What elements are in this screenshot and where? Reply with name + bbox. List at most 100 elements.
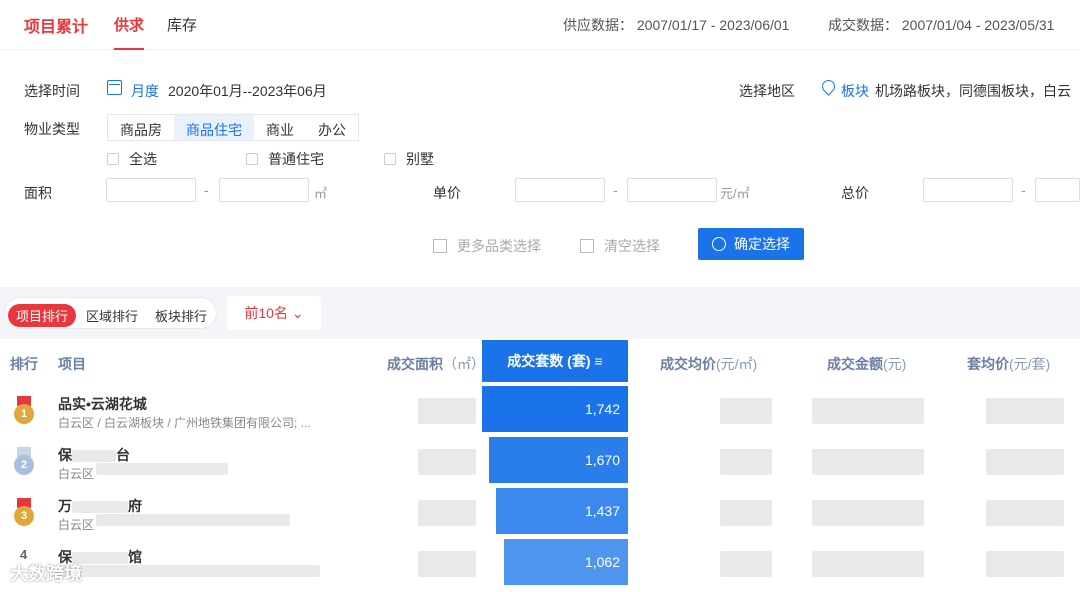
confirm-selection-button[interactable]: 确定选择 [698, 228, 804, 260]
masked-value [720, 551, 772, 577]
table-row[interactable]: 3 万府 白云区 1,437 [0, 488, 1080, 538]
checkbox-villa[interactable]: 别墅 [384, 149, 434, 169]
sort-icon: ≡ [594, 353, 603, 369]
table-row[interactable]: 1 品实•云湖花城 白云区 / 白云湖板块 / 广州地铁集团有限公司; ... … [0, 386, 1080, 436]
col-deal-amount[interactable]: 成交金额(元) [827, 354, 906, 374]
masked-value [986, 398, 1064, 424]
project-subtitle: 白云区 [58, 467, 95, 481]
project-name[interactable]: 万府 [58, 496, 142, 516]
price-max-input[interactable] [627, 178, 717, 202]
checkbox-ordinary-residence[interactable]: 普通住宅 [246, 149, 324, 169]
masked-text [72, 501, 128, 514]
col-deal-area[interactable]: 成交面积（㎡） [387, 354, 485, 374]
gold-medal-icon: 1 [14, 396, 34, 424]
region-mode[interactable]: 板块 [841, 81, 869, 101]
property-type-label: 物业类型 [24, 121, 80, 137]
deal-units-bar: 1,062 [504, 539, 628, 585]
col-deal-units-label: 成交套数 (套) [507, 353, 591, 369]
price-min-input[interactable] [515, 178, 605, 202]
property-type-commercial-housing[interactable]: 商品房 [108, 115, 174, 140]
col-deal-units[interactable]: 成交套数 (套) ≡ [482, 340, 628, 382]
project-subtitle: 白云区 / 白云湖板块 / 广州地铁集团有限公司; ... [58, 416, 311, 430]
masked-value [58, 565, 320, 577]
masked-value [812, 500, 924, 526]
total-dash: - [1021, 182, 1026, 198]
project-subtitle: 白云区 [58, 518, 95, 532]
masked-value [418, 500, 476, 526]
masked-value [720, 398, 772, 424]
bronze-medal-icon: 3 [14, 498, 34, 526]
top-n-dropdown[interactable]: 前10名 ⌄ [227, 296, 321, 330]
area-dash: - [204, 182, 209, 198]
checkbox-select-all[interactable]: 全选 [107, 149, 157, 169]
price-label: 单价 [433, 185, 461, 201]
total-price-label: 总价 [841, 185, 869, 201]
clear-label: 清空选择 [604, 238, 660, 254]
ranking-tabs: 项目排行 区域排行 板块排行 [4, 297, 217, 329]
masked-value [418, 551, 476, 577]
calendar-icon[interactable] [107, 80, 122, 95]
masked-value [986, 551, 1064, 577]
col-unit-avg-label: 套均价 [967, 356, 1009, 372]
masked-value [720, 500, 772, 526]
tab-project-ranking[interactable]: 项目排行 [8, 304, 77, 327]
tab-block-ranking[interactable]: 板块排行 [147, 304, 215, 327]
location-pin-icon[interactable] [819, 77, 838, 96]
tab-inventory[interactable]: 库存 [167, 14, 197, 35]
masked-value [418, 398, 476, 424]
area-min-input[interactable] [106, 178, 196, 202]
project-name-end: 府 [128, 498, 142, 514]
checkbox-label: 别墅 [406, 151, 434, 167]
checkbox-box[interactable] [107, 153, 119, 165]
tab-supply-deal[interactable]: 供求 [114, 14, 144, 35]
col-unit-avg[interactable]: 套均价(元/套) [967, 354, 1050, 374]
masked-value [812, 449, 924, 475]
project-name[interactable]: 保台 [58, 445, 130, 465]
time-label: 选择时间 [24, 83, 80, 99]
area-max-input[interactable] [219, 178, 309, 202]
medal-coin: 3 [14, 506, 34, 526]
table-row[interactable]: 4 保馆 1,062 [0, 539, 1080, 589]
check-circle-icon [712, 237, 726, 251]
deal-units-bar: 1,670 [489, 437, 628, 483]
more-categories-button[interactable]: 更多品类选择 [433, 236, 541, 256]
total-min-input[interactable] [923, 178, 1013, 202]
col-avg-price-unit: (元/㎡) [716, 356, 758, 372]
checkbox-box[interactable] [246, 153, 258, 165]
property-type-business[interactable]: 商业 [254, 115, 306, 140]
time-mode[interactable]: 月度 [131, 81, 159, 101]
masked-value [812, 551, 924, 577]
trash-icon [580, 239, 594, 253]
project-name-end: 馆 [128, 549, 142, 565]
deal-units-bar: 1,437 [496, 488, 628, 534]
property-type-segment: 商品房 商品住宅 商业 办公 [107, 114, 359, 141]
active-tab-underline [114, 48, 144, 50]
col-deal-area-label: 成交面积 [387, 356, 443, 372]
table-header: 排行 项目 成交面积（㎡） 成交套数 (套) ≡ 成交均价(元/㎡) 成交金额(元… [0, 340, 1080, 384]
tab-cumulative[interactable]: 项目累计 [24, 13, 88, 37]
project-name-start: 保 [58, 447, 72, 463]
col-avg-price[interactable]: 成交均价(元/㎡) [660, 354, 757, 374]
tab-district-ranking[interactable]: 区域排行 [78, 304, 146, 327]
col-project: 项目 [58, 356, 86, 372]
price-unit: 元/㎡ [720, 186, 750, 201]
medal-coin: 1 [14, 404, 34, 424]
checkbox-box[interactable] [384, 153, 396, 165]
region-list[interactable]: 机场路板块，同德围板块，白云 [875, 81, 1080, 101]
total-max-input[interactable] [1035, 178, 1080, 202]
property-type-residential[interactable]: 商品住宅 [174, 115, 254, 140]
grid-icon [433, 239, 447, 253]
deal-units-bar: 1,742 [482, 386, 628, 432]
col-deal-area-unit: （㎡） [443, 356, 485, 372]
time-range[interactable]: 2020年01月--2023年06月 [168, 81, 327, 101]
project-name[interactable]: 品实•云湖花城 [58, 394, 147, 414]
area-label: 面积 [24, 185, 52, 201]
region-label: 选择地区 [739, 83, 795, 99]
top-bar: 项目累计 供求 库存 供应数据： 2007/01/17 - 2023/06/01… [0, 0, 1080, 50]
masked-value [986, 500, 1064, 526]
silver-medal-icon: 2 [14, 447, 34, 475]
table-row[interactable]: 2 保台 白云区 1,670 [0, 437, 1080, 487]
masked-value [986, 449, 1064, 475]
property-type-office[interactable]: 办公 [306, 115, 358, 140]
clear-selection-button[interactable]: 清空选择 [580, 236, 660, 256]
